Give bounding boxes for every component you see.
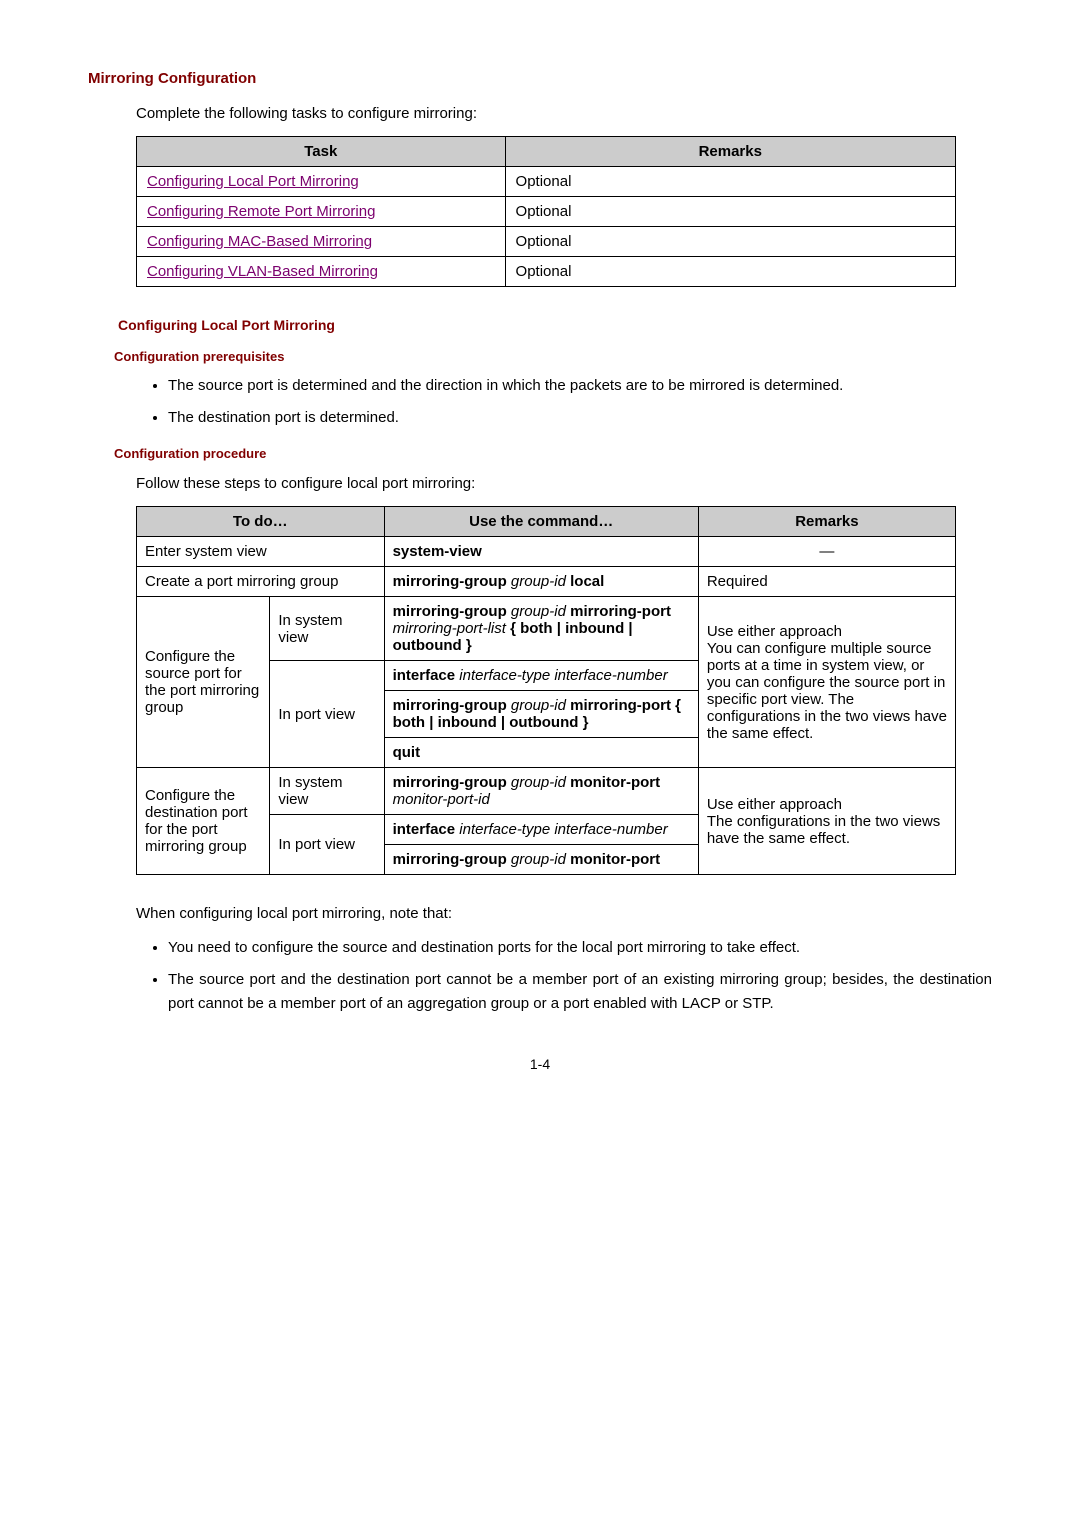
cmd-arg: mirroring-port-list <box>393 620 506 637</box>
prereq-item: The destination port is determined. <box>168 406 992 430</box>
step-src-todo: Configure the source port for the port m… <box>137 597 270 768</box>
step-src-remarks: Use either approach You can configure mu… <box>698 597 955 768</box>
step-src-iface: interface interface-type interface-numbe… <box>384 661 698 691</box>
cmd-arg: group-id <box>511 851 566 868</box>
cmd-keyword: mirroring-group <box>393 851 507 868</box>
step-enter-cmd: system-view <box>384 537 698 567</box>
cmd-keyword: local <box>570 573 604 590</box>
step-src-port-cmd: mirroring-group group-id mirroring-port … <box>384 691 698 738</box>
step-dst-iface: interface interface-type interface-numbe… <box>384 815 698 845</box>
task-link-local[interactable]: Configuring Local Port Mirroring <box>147 173 359 190</box>
cmd-keyword: monitor-port <box>570 774 660 791</box>
task-remarks: Optional <box>505 227 955 257</box>
prereq-heading: Configuration prerequisites <box>114 349 992 364</box>
step-create-todo: Create a port mirroring group <box>137 567 385 597</box>
cmd-arg: group-id <box>511 697 566 714</box>
cmd-keyword: mirroring-group <box>393 774 507 791</box>
task-link-remote[interactable]: Configuring Remote Port Mirroring <box>147 203 375 220</box>
step-enter-remarks: — <box>698 537 955 567</box>
step-dst-sysview: In system view <box>270 768 384 815</box>
cmd-arg: interface-type interface-number <box>459 821 667 838</box>
cmd-keyword: mirroring-group <box>393 697 507 714</box>
prereq-item: The source port is determined and the di… <box>168 374 992 398</box>
step-create-remarks: Required <box>698 567 955 597</box>
follow-text: Follow these steps to configure local po… <box>136 475 992 492</box>
steps-header-command: Use the command… <box>384 507 698 537</box>
step-enter-todo: Enter system view <box>137 537 385 567</box>
task-remarks: Optional <box>505 197 955 227</box>
note-list: You need to configure the source and des… <box>168 936 992 1016</box>
task-link-vlan[interactable]: Configuring VLAN-Based Mirroring <box>147 263 378 280</box>
cmd-keyword: interface <box>393 821 456 838</box>
cmd-keyword: system-view <box>393 543 482 560</box>
step-src-sysview: In system view <box>270 597 384 661</box>
cmd-arg: monitor-port-id <box>393 791 490 808</box>
cmd-keyword: mirroring-group <box>393 573 507 590</box>
task-remarks: Optional <box>505 257 955 287</box>
step-dst-sys-cmd: mirroring-group group-id monitor-port mo… <box>384 768 698 815</box>
step-create-cmd: mirroring-group group-id local <box>384 567 698 597</box>
cmd-keyword: monitor-port <box>570 851 660 868</box>
note-item: The source port and the destination port… <box>168 968 992 1016</box>
cmd-keyword: quit <box>393 744 421 761</box>
cmd-keyword: interface <box>393 667 456 684</box>
step-src-portview: In port view <box>270 661 384 768</box>
page-number: 1-4 <box>88 1056 992 1072</box>
task-remarks: Optional <box>505 167 955 197</box>
note-intro: When configuring local port mirroring, n… <box>136 905 992 922</box>
cmd-keyword: mirroring-port <box>570 603 671 620</box>
cmd-arg: interface-type interface-number <box>459 667 667 684</box>
steps-header-todo: To do… <box>137 507 385 537</box>
task-link-mac[interactable]: Configuring MAC-Based Mirroring <box>147 233 372 250</box>
tasks-header-remarks: Remarks <box>505 137 955 167</box>
step-dst-todo: Configure the destination port for the p… <box>137 768 270 875</box>
step-dst-port-cmd: mirroring-group group-id monitor-port <box>384 845 698 875</box>
cmd-arg: group-id <box>511 573 566 590</box>
step-dst-remarks: Use either approach The configurations i… <box>698 768 955 875</box>
section-heading-config: Mirroring Configuration <box>88 70 992 87</box>
prereq-list: The source port is determined and the di… <box>168 374 992 430</box>
cmd-arg: group-id <box>511 603 566 620</box>
cmd-keyword: mirroring-port <box>570 697 671 714</box>
steps-table: To do… Use the command… Remarks Enter sy… <box>136 506 956 875</box>
procedure-heading: Configuration procedure <box>114 446 992 461</box>
tasks-header-task: Task <box>137 137 506 167</box>
cmd-keyword: mirroring-group <box>393 603 507 620</box>
step-src-quit: quit <box>384 738 698 768</box>
subsection-local: Configuring Local Port Mirroring <box>88 317 992 333</box>
step-dst-portview: In port view <box>270 815 384 875</box>
intro-text: Complete the following tasks to configur… <box>136 105 992 122</box>
note-item: You need to configure the source and des… <box>168 936 992 960</box>
step-src-sys-cmd: mirroring-group group-id mirroring-port … <box>384 597 698 661</box>
tasks-table: Task Remarks Configuring Local Port Mirr… <box>136 136 956 287</box>
steps-header-remarks: Remarks <box>698 507 955 537</box>
cmd-arg: group-id <box>511 774 566 791</box>
